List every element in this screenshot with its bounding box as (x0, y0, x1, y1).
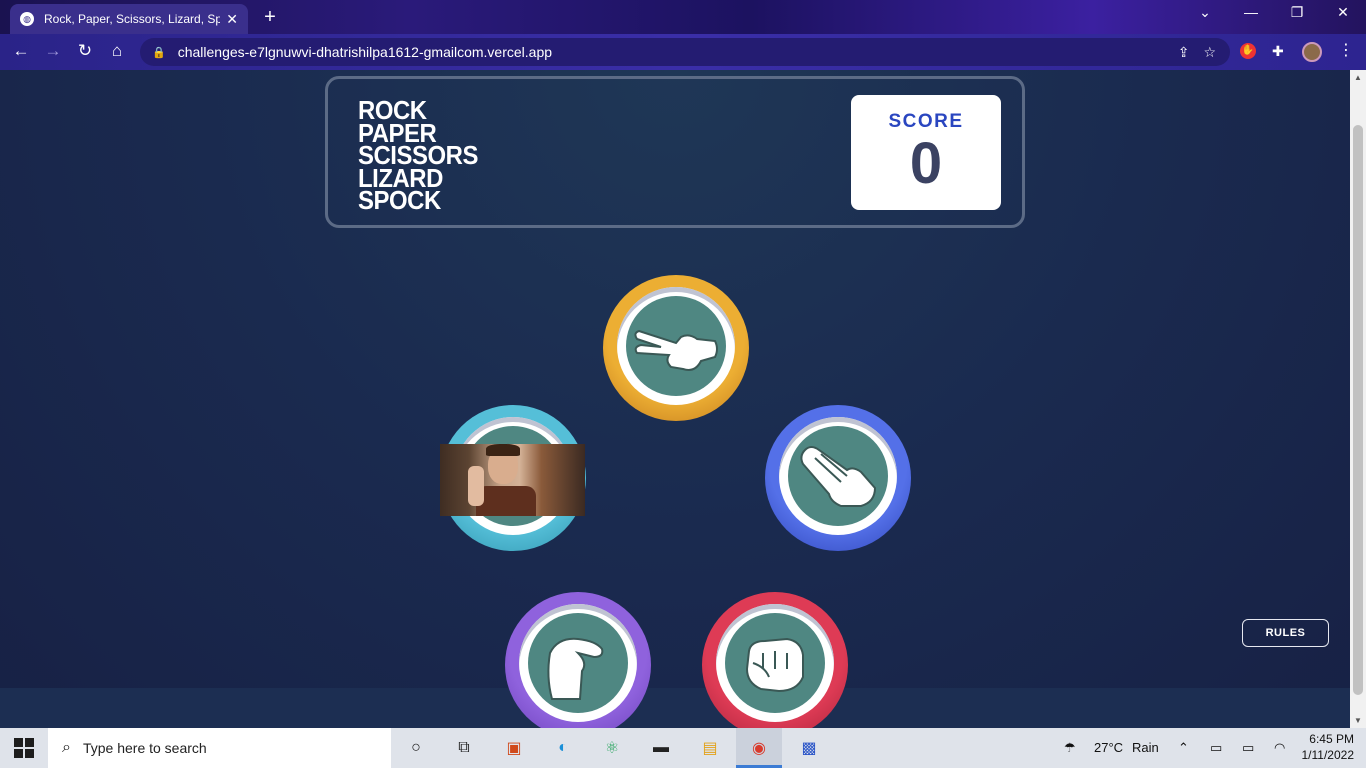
lock-icon: 🔒 (152, 46, 166, 59)
clock-time: 6:45 PM (1309, 732, 1354, 746)
edge-icon[interactable]: ◐ (551, 737, 575, 759)
task-view-icon[interactable]: ⧉ (452, 737, 476, 759)
back-icon[interactable]: ← (10, 41, 32, 61)
chrome-menu-icon[interactable]: ⋮ (1338, 40, 1354, 60)
tab-title: Rock, Paper, Scissors, Lizard, Spoc (44, 12, 221, 26)
wifi-icon[interactable]: ◠ (1274, 740, 1285, 756)
forward-icon[interactable]: → (42, 41, 64, 61)
tab-search-icon[interactable]: ⌄ (1182, 4, 1228, 21)
new-tab-button[interactable]: + (258, 6, 282, 29)
sheldon-gif-image (440, 444, 585, 516)
battery-icon[interactable]: ▭ (1242, 740, 1254, 756)
terminal-icon[interactable]: ▬ (649, 737, 673, 759)
address-bar-row: ← → ↻ ⌂ 🔒 challenges-e7lgnuwvi-dhatrishi… (0, 34, 1366, 70)
paper-hand-icon (800, 446, 877, 507)
windows-taskbar: ⌕ Type here to search ○ ⧉ ▣ ◐ ⚛ ▬ ▤ ◉ ▩ … (0, 728, 1366, 768)
scroll-up-icon[interactable]: ▲ (1354, 73, 1362, 82)
bookmark-star-icon[interactable]: ☆ (1203, 44, 1216, 61)
score-label: SCORE (888, 111, 964, 132)
scrollbar-thumb[interactable] (1353, 125, 1363, 695)
url-text: challenges-e7lgnuwvi-dhatrishilpa1612-gm… (177, 44, 553, 60)
tray-chevron-icon[interactable]: ⌃ (1178, 740, 1189, 756)
game-header: ROCK PAPER SCISSORS LIZARD SPOCK SCORE 0 (325, 76, 1025, 228)
weather-text[interactable]: Rain (1132, 740, 1159, 755)
browser-tab[interactable]: ◍ Rock, Paper, Scissors, Lizard, Spoc ✕ (10, 4, 248, 34)
app-w-icon[interactable]: ▩ (797, 737, 821, 759)
windows-start-icon[interactable] (14, 738, 34, 758)
tab-strip: ◍ Rock, Paper, Scissors, Lizard, Spoc ✕ … (0, 0, 1366, 34)
atom-icon[interactable]: ⚛ (600, 737, 624, 759)
cortana-icon[interactable]: ○ (404, 737, 428, 759)
paper-choice-button[interactable] (765, 405, 911, 551)
clock-date: 1/11/2022 (1301, 748, 1355, 762)
lizard-hand-icon (547, 637, 604, 700)
title-line-spock: SPOCK (358, 185, 441, 215)
globe-icon: ◍ (20, 12, 34, 26)
lizard-choice-button[interactable] (505, 592, 651, 728)
rock-fist-icon (745, 637, 804, 693)
share-icon[interactable]: ⇪ (1178, 44, 1190, 61)
score-value: 0 (909, 131, 943, 196)
taskbar-search-box[interactable]: ⌕ Type here to search (48, 728, 391, 768)
game-page: ROCK PAPER SCISSORS LIZARD SPOCK SCORE 0 (0, 70, 1350, 728)
search-icon: ⌕ (62, 739, 71, 756)
extension-red-icon[interactable]: ✋ (1240, 43, 1256, 59)
weather-icon[interactable]: ☂ (1064, 740, 1076, 756)
scissors-choice-button[interactable] (603, 275, 749, 421)
restore-icon[interactable]: ❐ (1274, 4, 1320, 21)
omnibox[interactable]: 🔒 challenges-e7lgnuwvi-dhatrishilpa1612-… (140, 38, 1230, 66)
rock-choice-button[interactable] (702, 592, 848, 728)
search-placeholder: Type here to search (82, 740, 207, 756)
rules-button[interactable]: RULES (1242, 619, 1329, 647)
scissors-hand-icon (634, 329, 718, 371)
page-footer-band (0, 688, 1350, 728)
extensions-puzzle-icon[interactable]: ✚ (1272, 43, 1284, 60)
minimize-icon[interactable]: — (1228, 4, 1274, 20)
close-tab-icon[interactable]: ✕ (226, 11, 238, 28)
file-explorer-icon[interactable]: ▤ (698, 737, 722, 759)
system-clock[interactable]: 6:45 PM 1/11/2022 (1298, 731, 1355, 763)
page-scrollbar[interactable]: ▲ ▼ (1350, 70, 1366, 728)
meet-now-icon[interactable]: ▭ (1210, 740, 1222, 756)
chrome-icon[interactable]: ◉ (747, 737, 771, 759)
game-title: ROCK PAPER SCISSORS LIZARD SPOCK (358, 97, 488, 215)
close-window-icon[interactable]: ✕ (1320, 4, 1366, 21)
scroll-down-icon[interactable]: ▼ (1354, 716, 1362, 725)
weather-temp[interactable]: 27°C (1094, 740, 1123, 755)
home-icon[interactable]: ⌂ (106, 41, 128, 61)
reload-icon[interactable]: ↻ (74, 41, 96, 61)
profile-avatar[interactable] (1302, 42, 1322, 62)
store-icon[interactable]: ▣ (502, 737, 526, 759)
score-box: SCORE 0 (851, 95, 1001, 210)
